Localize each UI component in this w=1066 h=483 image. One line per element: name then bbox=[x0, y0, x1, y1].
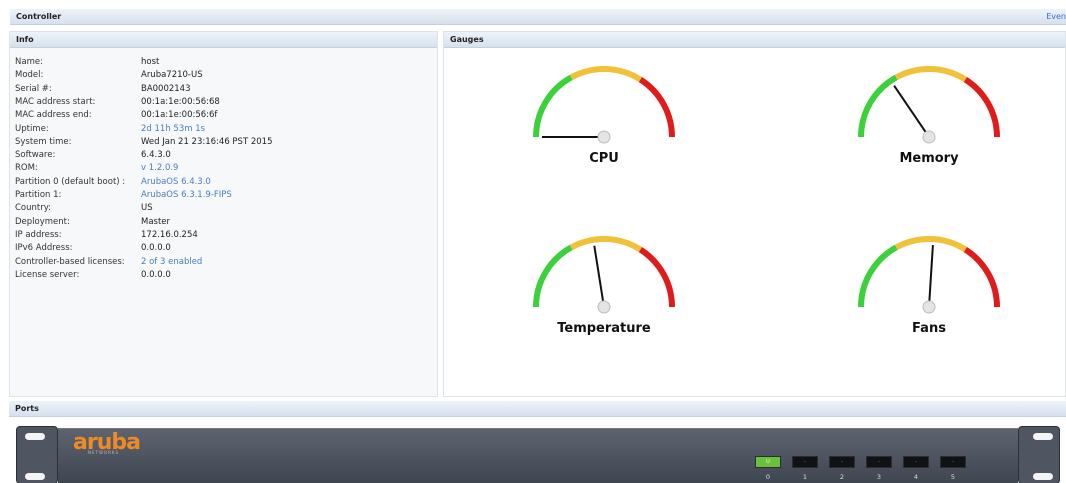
info-value-link[interactable]: ArubaOS 6.4.3.0 bbox=[141, 177, 211, 187]
controller-header: Controller Even bbox=[10, 9, 1066, 25]
info-value: Wed Jan 21 23:16:46 PST 2015 bbox=[141, 136, 273, 147]
gauge-dial bbox=[533, 236, 675, 314]
port-1[interactable]: - bbox=[792, 456, 818, 468]
port-number: 0 bbox=[765, 473, 771, 481]
gauge-temperature: Temperature bbox=[524, 235, 684, 355]
gauge-label: Fans bbox=[912, 321, 946, 336]
info-label: MAC address end: bbox=[15, 110, 92, 121]
gauge-dial bbox=[533, 66, 675, 144]
info-label: MAC address start: bbox=[15, 96, 96, 107]
info-label: Partition 0 (default boot) : bbox=[15, 176, 126, 187]
gauge-fans: Fans bbox=[849, 235, 1009, 355]
gauge-label: CPU bbox=[589, 151, 619, 166]
info-value: Aruba7210-US bbox=[141, 70, 203, 81]
gauge-dial bbox=[858, 236, 1000, 314]
port-number: 5 bbox=[950, 473, 956, 481]
info-value: BA0002143 bbox=[141, 83, 191, 94]
gauge-cpu: CPU bbox=[524, 65, 684, 185]
gauges-panel-header: Gauges bbox=[444, 32, 1065, 48]
info-value: 6.4.3.0 bbox=[141, 150, 171, 161]
info-value-link[interactable]: 2 of 3 enabled bbox=[141, 257, 202, 267]
port-5[interactable]: - bbox=[940, 456, 966, 468]
info-label: IP address: bbox=[15, 229, 62, 240]
info-value-link[interactable]: ArubaOS 6.3.1.9-FIPS bbox=[141, 190, 232, 200]
info-value: Master bbox=[141, 216, 171, 227]
port-4[interactable]: - bbox=[903, 456, 929, 468]
port-number: 1 bbox=[802, 473, 808, 481]
port-number: 3 bbox=[876, 473, 882, 481]
rack-mount-slot bbox=[25, 433, 45, 440]
info-label: Deployment: bbox=[15, 216, 70, 227]
info-panel: Info Name: host Model: Aruba7210-US Serial #… bbox=[9, 31, 438, 397]
info-label: ROM: bbox=[15, 163, 38, 174]
gauge-dial bbox=[858, 66, 1000, 144]
port-2[interactable]: - bbox=[829, 456, 855, 468]
info-value: 172.16.0.254 bbox=[141, 229, 198, 240]
info-label: Software: bbox=[15, 150, 56, 161]
rack-mount-slot bbox=[1033, 433, 1053, 440]
aruba-logo-sub: NETWORKS bbox=[88, 450, 120, 455]
ports-header: Ports bbox=[9, 401, 1066, 417]
info-label: Controller-based licenses: bbox=[15, 256, 125, 267]
gauge-label: Memory bbox=[899, 151, 959, 166]
info-label: IPv6 Address: bbox=[15, 243, 73, 254]
info-value: 00:1a:1e:00:56:68 bbox=[141, 96, 220, 107]
port-0[interactable]: U bbox=[755, 456, 781, 468]
info-label: Name: bbox=[15, 57, 43, 67]
info-value: 0.0.0.0 bbox=[141, 243, 171, 254]
info-panel-header: Info bbox=[10, 32, 437, 48]
info-value-link[interactable]: 2d 11h 53m 1s bbox=[141, 124, 205, 134]
chassis-front: aruba NETWORKS U0-1-2-3-4-5 bbox=[58, 428, 1018, 483]
info-label: System time: bbox=[15, 136, 72, 147]
info-label: Partition 1: bbox=[15, 190, 62, 200]
info-value: 00:1a:1e:00:56:6f bbox=[141, 110, 218, 121]
info-label: Country: bbox=[15, 203, 52, 214]
gauges-panel: Gauges CPU Memory Temperature Fans bbox=[443, 31, 1066, 397]
info-value: host bbox=[141, 57, 160, 67]
info-label: Serial #: bbox=[15, 83, 52, 94]
rack-mount-slot bbox=[1033, 473, 1053, 480]
rack-mount-slot bbox=[25, 473, 45, 480]
info-value: US bbox=[141, 203, 153, 214]
rack-ear-right bbox=[1018, 426, 1060, 483]
controller-title: Controller bbox=[16, 12, 62, 21]
port-number: 4 bbox=[913, 473, 919, 481]
info-label: Model: bbox=[15, 70, 44, 81]
controller-chassis-diagram: aruba NETWORKS U0-1-2-3-4-5 bbox=[16, 424, 1066, 483]
port-3[interactable]: - bbox=[866, 456, 892, 468]
gauge-label: Temperature bbox=[557, 321, 651, 336]
gauge-memory: Memory bbox=[849, 65, 1009, 185]
info-label: License server: bbox=[15, 269, 80, 280]
events-link[interactable]: Even bbox=[1046, 12, 1066, 21]
rack-ear-left bbox=[16, 426, 58, 483]
port-number: 2 bbox=[839, 473, 845, 481]
info-label: Uptime: bbox=[15, 123, 49, 134]
info-value: 0.0.0.0 bbox=[141, 269, 171, 280]
info-value-link[interactable]: v 1.2.0.9 bbox=[141, 163, 178, 173]
